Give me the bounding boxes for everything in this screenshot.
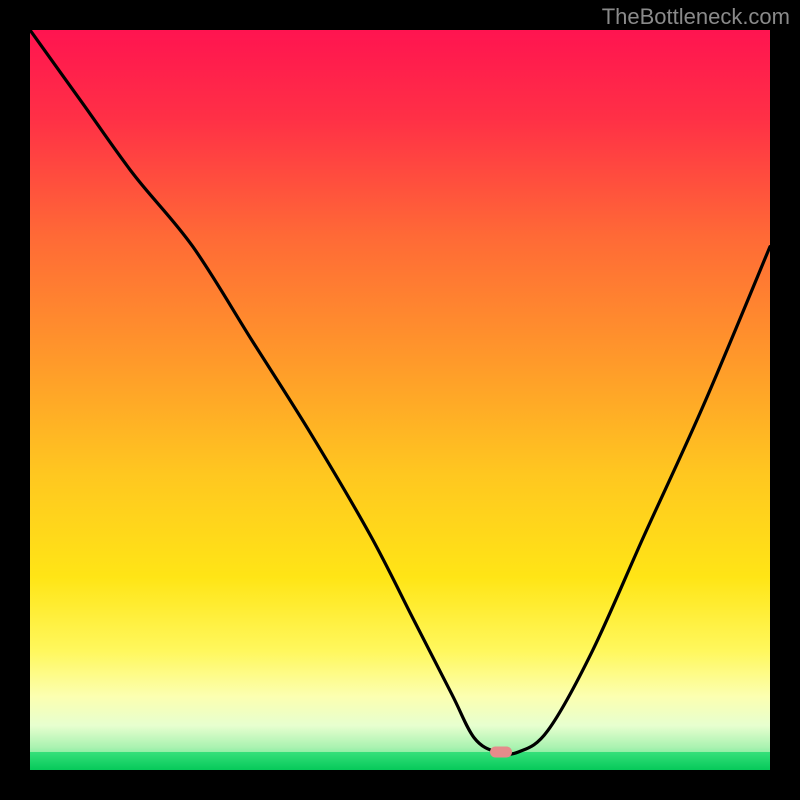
plot-area	[30, 30, 770, 770]
chart-frame: TheBottleneck.com	[0, 0, 800, 800]
bottleneck-curve	[30, 30, 770, 770]
watermark-text: TheBottleneck.com	[602, 4, 790, 30]
optimal-point-marker	[490, 747, 512, 758]
